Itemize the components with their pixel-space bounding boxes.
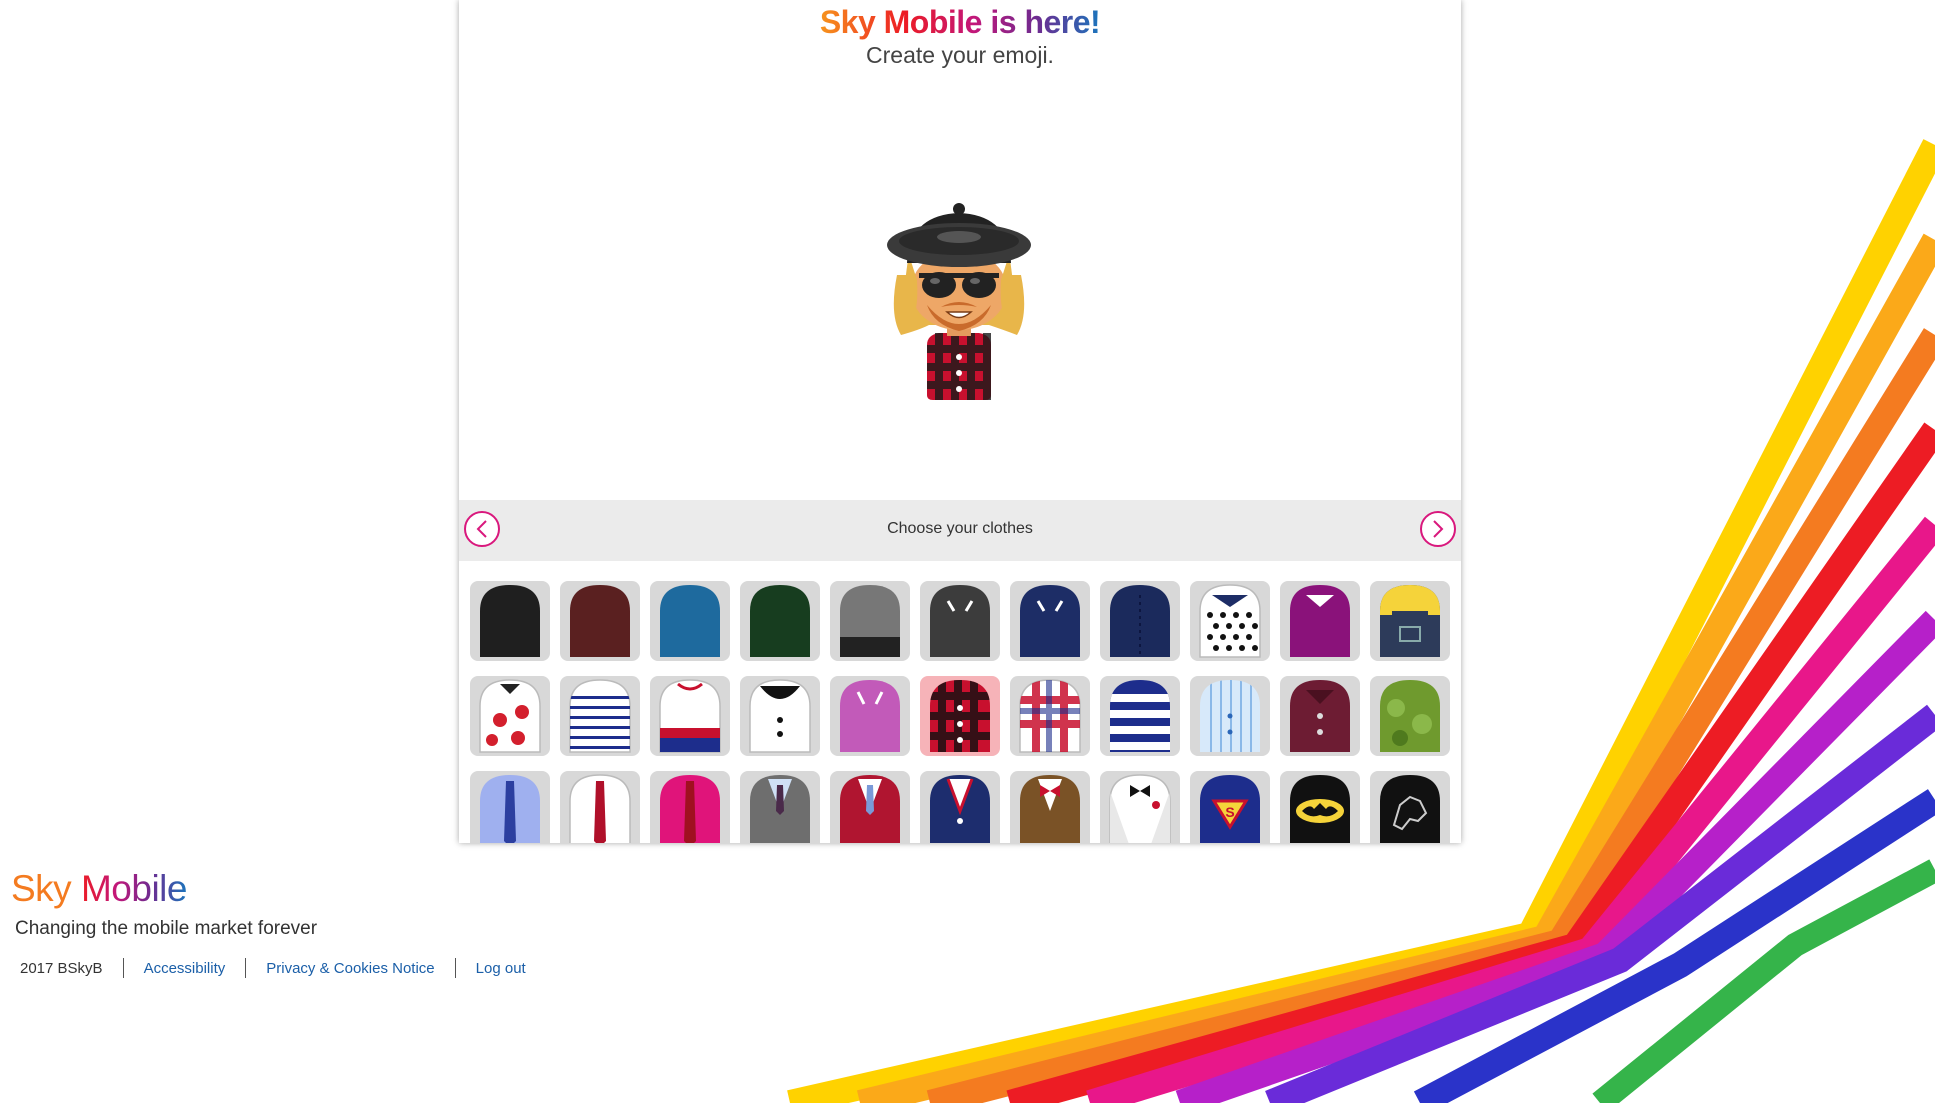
tuxedo-icon	[1109, 774, 1171, 843]
clothes-option-direwolf-top[interactable]	[1370, 771, 1450, 843]
direwolf-top-icon	[1380, 775, 1440, 843]
burgundy-shirt-icon	[1290, 680, 1350, 752]
clothes-option-red-blue-check-shirt[interactable]	[1010, 676, 1090, 756]
clothes-option-peter-pan-collar-top[interactable]	[740, 676, 820, 756]
blue-top-icon	[660, 585, 720, 657]
privacy-cookies-link[interactable]: Privacy & Cookies Notice	[266, 960, 434, 977]
clothes-option-white-navy-stripe-top[interactable]	[560, 676, 640, 756]
clothes-option-tuxedo[interactable]	[1100, 771, 1180, 843]
grey-suit-icon	[750, 775, 810, 843]
navy-suit-icon	[930, 775, 990, 843]
black-top-icon	[480, 585, 540, 657]
tagline: Changing the mobile market forever	[15, 918, 318, 939]
white-navy-stripe-top-icon	[569, 679, 631, 753]
clothes-option-blue-tie-shirt[interactable]	[470, 771, 550, 843]
red-check-shirt-icon	[930, 680, 990, 752]
clothes-option-dungarees-top[interactable]	[1370, 581, 1450, 661]
chooser-label: Choose your clothes	[887, 520, 1033, 537]
clothes-option-floral-top[interactable]	[470, 676, 550, 756]
emoji-avatar-preview	[879, 185, 1039, 405]
grey-black-top-icon	[840, 585, 900, 657]
next-category-button[interactable]	[1420, 511, 1456, 547]
clothes-option-pink-tie-shirt[interactable]	[650, 771, 730, 843]
batman-top-icon	[1290, 775, 1350, 843]
clothes-option-black-top[interactable]	[470, 581, 550, 661]
blue-tie-shirt-icon	[480, 775, 540, 843]
clothes-option-blue-top[interactable]	[650, 581, 730, 661]
floral-top-icon	[479, 679, 541, 753]
clothes-grid: S	[459, 564, 1461, 843]
clothes-chooser-bar: Choose your clothes	[459, 500, 1461, 564]
clothes-option-navy-white-stripe-top[interactable]	[1100, 676, 1180, 756]
red-tie-shirt-icon	[569, 774, 631, 843]
shirt-preview	[927, 333, 991, 400]
page-subtitle: Create your emoji.	[866, 42, 1054, 68]
clothes-option-navy-collared-top[interactable]	[1010, 581, 1090, 661]
divider	[122, 958, 124, 978]
dark-green-top-icon	[750, 585, 810, 657]
clothes-option-sports-jumper-top[interactable]	[650, 676, 730, 756]
page-title: Sky Mobile is here!	[819, 4, 1101, 40]
copyright: 2017 BSkyB	[20, 959, 103, 977]
peter-pan-collar-top-icon	[749, 679, 811, 753]
clothes-option-purple-collared-top[interactable]	[1280, 581, 1360, 661]
navy-buttoned-top-icon	[1110, 585, 1170, 657]
emoji-builder-panel: Sky Mobile is here! Create your emoji. C…	[459, 0, 1461, 843]
red-blue-check-shirt-icon	[1019, 679, 1081, 753]
pink-tie-shirt-icon	[660, 775, 720, 843]
sky-mobile-logo: Sky Mobile	[11, 868, 187, 909]
clothes-option-burgundy-shirt[interactable]	[1280, 676, 1360, 756]
pink-collared-top-icon	[840, 680, 900, 752]
clothes-option-navy-suit[interactable]	[920, 771, 1000, 843]
clothes-option-red-suit[interactable]	[830, 771, 910, 843]
dungarees-top-icon	[1380, 585, 1440, 657]
clothes-option-red-check-shirt[interactable]	[920, 676, 1000, 756]
log-out-link[interactable]: Log out	[476, 960, 526, 977]
red-suit-icon	[840, 775, 900, 843]
clothes-option-green-camo-top[interactable]	[1370, 676, 1450, 756]
clothes-option-superman-top[interactable]: S	[1190, 771, 1270, 843]
clothes-option-polka-dot-top[interactable]	[1190, 581, 1270, 661]
clothes-option-grey-black-top[interactable]	[830, 581, 910, 661]
footer-links: 2017 BSkyB Accessibility Privacy & Cooki…	[20, 958, 526, 978]
clothes-option-maroon-top[interactable]	[560, 581, 640, 661]
clothes-option-pink-collared-top[interactable]	[830, 676, 910, 756]
chevron-right-icon	[1433, 520, 1444, 538]
clothes-option-navy-buttoned-top[interactable]	[1100, 581, 1180, 661]
divider	[454, 958, 456, 978]
navy-white-stripe-top-icon	[1110, 680, 1170, 752]
clothes-option-dark-green-top[interactable]	[740, 581, 820, 661]
clothes-option-tweed-bowtie-suit[interactable]	[1010, 771, 1090, 843]
tweed-bowtie-suit-icon	[1020, 775, 1080, 843]
clothes-option-light-blue-stripe-shirt[interactable]	[1190, 676, 1270, 756]
maroon-top-icon	[570, 585, 630, 657]
clothes-option-grey-suit[interactable]	[740, 771, 820, 843]
dark-grey-collared-top-icon	[930, 585, 990, 657]
purple-collared-top-icon	[1290, 585, 1350, 657]
divider	[245, 958, 247, 978]
light-blue-stripe-shirt-icon	[1200, 680, 1260, 752]
navy-collared-top-icon	[1020, 585, 1080, 657]
clothes-option-red-tie-shirt[interactable]	[560, 771, 640, 843]
svg-text:S: S	[1225, 804, 1234, 820]
clothes-option-dark-grey-collared-top[interactable]	[920, 581, 1000, 661]
accessibility-link[interactable]: Accessibility	[144, 960, 226, 977]
polka-dot-top-icon	[1199, 584, 1261, 658]
superman-top-icon: S	[1200, 775, 1260, 843]
clothes-option-batman-top[interactable]	[1280, 771, 1360, 843]
green-camo-top-icon	[1380, 680, 1440, 752]
sports-jumper-top-icon	[659, 679, 721, 753]
